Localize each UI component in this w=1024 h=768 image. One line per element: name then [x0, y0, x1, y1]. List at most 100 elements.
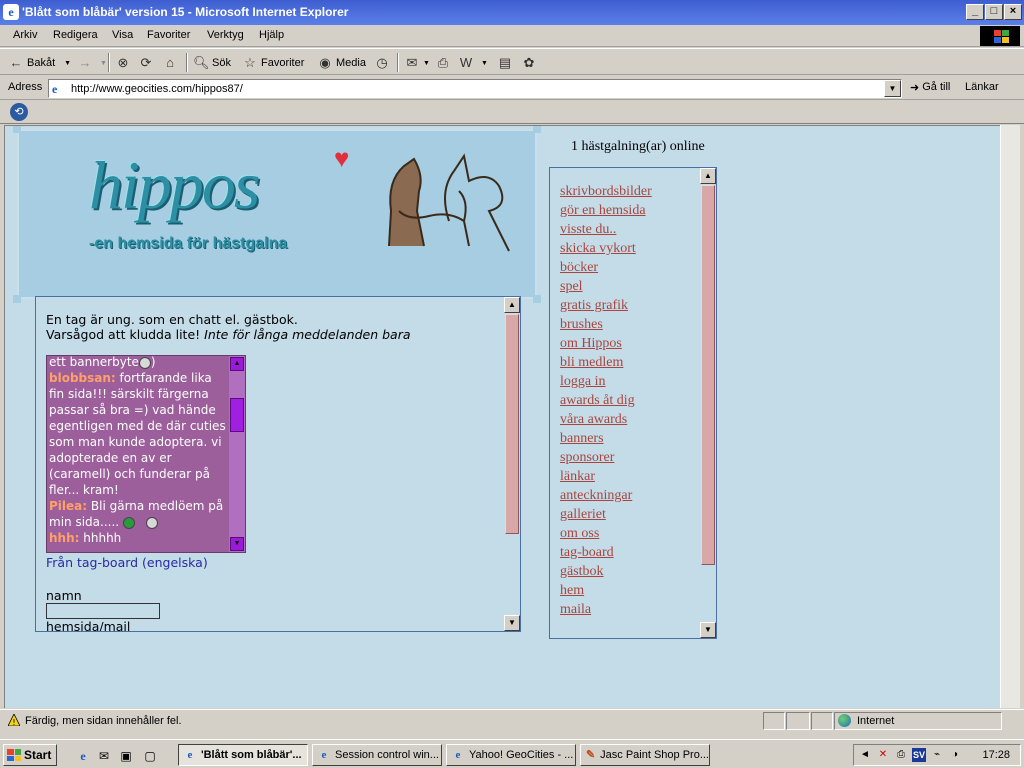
name-input[interactable]: [46, 603, 160, 619]
menu-redigera[interactable]: Redigera: [53, 29, 98, 41]
messenger-button[interactable]: ✿: [521, 53, 537, 73]
popup-blocker-icon[interactable]: [786, 712, 810, 730]
menu-favoriter[interactable]: Favoriter: [147, 29, 190, 41]
site-menu-link[interactable]: brushes: [560, 317, 603, 332]
tagboard-messages-box[interactable]: ett bannerbyte) blobbsan: fortfarande li…: [46, 355, 246, 553]
menu-scrollbar[interactable]: ▲ ▼: [700, 168, 716, 638]
tagboard-source-link[interactable]: Från tag-board (engelska): [46, 555, 208, 570]
site-menu-link[interactable]: om oss: [560, 526, 599, 541]
site-menu-link[interactable]: gästbok: [560, 564, 604, 579]
site-menu-link[interactable]: tag-board: [560, 545, 614, 560]
menu-hjalp[interactable]: Hjälp: [259, 29, 284, 41]
scroll-down-icon[interactable]: ▼: [504, 615, 520, 631]
taskbar-item-session-control[interactable]: e Session control win...: [312, 744, 442, 766]
scroll-up-icon[interactable]: ▲: [230, 357, 244, 371]
stop-button[interactable]: ⊗: [115, 53, 131, 73]
site-menu-link[interactable]: böcker: [560, 260, 598, 275]
discuss-button[interactable]: ▤: [497, 53, 513, 73]
site-menu-item: våra awards: [560, 410, 652, 429]
site-menu-item: logga in: [560, 372, 652, 391]
ie-quicklaunch-icon[interactable]: e: [75, 748, 91, 764]
history-button[interactable]: ◷: [374, 53, 390, 73]
paint-icon: ✎: [585, 749, 596, 761]
language-indicator[interactable]: SV: [912, 748, 926, 762]
volume-icon[interactable]: ◄: [858, 748, 872, 762]
media-button[interactable]: ◉ Media: [317, 53, 366, 73]
tray-app-icon[interactable]: ◑: [948, 748, 962, 762]
minimize-button[interactable]: _: [966, 4, 984, 20]
close-button[interactable]: ×: [1004, 4, 1022, 20]
site-menu-item: spel: [560, 277, 652, 296]
scroll-thumb[interactable]: [701, 185, 715, 565]
network-icon[interactable]: ✕: [876, 748, 890, 762]
outlook-quicklaunch-icon[interactable]: ✉: [96, 748, 112, 764]
warning-icon[interactable]: !: [8, 714, 20, 726]
site-menu-link[interactable]: hem: [560, 583, 584, 598]
site-menu-link[interactable]: spel: [560, 279, 583, 294]
scroll-thumb[interactable]: [505, 314, 519, 534]
search-button[interactable]: 🔍︎ Sök: [193, 53, 231, 73]
search-icon: 🔍︎: [193, 55, 210, 70]
dropdown-arrow-icon[interactable]: ▼: [100, 60, 107, 67]
favorites-star-icon: ☆: [244, 55, 256, 70]
windows-flag-icon: [7, 749, 21, 761]
taskbar-item-paint-shop-pro[interactable]: ✎ Jasc Paint Shop Pro...: [580, 744, 710, 766]
favorites-button[interactable]: ☆ Favoriter: [242, 53, 304, 73]
site-menu-link[interactable]: länkar: [560, 469, 595, 484]
print-button[interactable]: ⎙: [435, 53, 451, 73]
taskbar-item-ie-hippos[interactable]: e 'Blått som blåbär'...: [178, 744, 308, 766]
site-menu-link[interactable]: om Hippos: [560, 336, 622, 351]
taskbar-item-yahoo-geocities[interactable]: e Yahoo! GeoCities - ...: [446, 744, 576, 766]
address-input[interactable]: e http://www.geocities.com/hippos87/ ▼: [48, 79, 902, 98]
connection-tray-icon[interactable]: ⌁: [930, 748, 944, 762]
site-menu-link[interactable]: skrivbordsbilder: [560, 184, 652, 199]
dropdown-arrow-icon[interactable]: ▼: [64, 60, 71, 67]
site-menu-link[interactable]: visste du..: [560, 222, 616, 237]
menu-verktyg[interactable]: Verktyg: [207, 29, 244, 41]
scroll-up-icon[interactable]: ▲: [700, 168, 716, 184]
site-menu-item: banners: [560, 429, 652, 448]
frame-scrollbar[interactable]: ▲ ▼: [504, 297, 520, 631]
site-menu-link[interactable]: anteckningar: [560, 488, 632, 503]
site-menu-link[interactable]: galleriet: [560, 507, 606, 522]
explorer-quicklaunch-icon[interactable]: ▣: [118, 748, 134, 764]
scroll-down-icon[interactable]: ▼: [230, 537, 244, 551]
refresh-button[interactable]: ⟳: [138, 53, 154, 73]
edit-button[interactable]: W ▼: [458, 53, 488, 73]
printer-tray-icon[interactable]: ⎙: [894, 748, 908, 762]
maximize-button[interactable]: □: [985, 4, 1003, 20]
address-dropdown-button[interactable]: ▼: [884, 80, 901, 97]
back-button[interactable]: ← Bakåt ▼: [8, 53, 72, 73]
site-menu-link[interactable]: sponsorer: [560, 450, 614, 465]
forward-button[interactable]: → ▼: [77, 53, 107, 73]
menu-visa[interactable]: Visa: [112, 29, 133, 41]
home-button[interactable]: ⌂: [162, 53, 178, 73]
site-menu-item: brushes: [560, 315, 652, 334]
window-title-bar[interactable]: e 'Blått som blåbär' version 15 - Micros…: [0, 0, 1024, 25]
links-item-icon[interactable]: ⟲: [10, 103, 28, 121]
site-menu-link[interactable]: maila: [560, 602, 591, 617]
address-url[interactable]: http://www.geocities.com/hippos87/: [71, 83, 243, 95]
tagboard-scrollbar[interactable]: ▲ ▼: [229, 356, 245, 552]
start-button[interactable]: Start: [3, 744, 57, 766]
site-menu-link[interactable]: gratis grafik: [560, 298, 628, 313]
ie-icon: e: [321, 749, 327, 761]
site-menu-link[interactable]: banners: [560, 431, 604, 446]
site-menu-link[interactable]: gör en hemsida: [560, 203, 646, 218]
links-button[interactable]: Länkar: [965, 81, 999, 93]
scroll-up-icon[interactable]: ▲: [504, 297, 520, 313]
go-button[interactable]: ➜ Gå till: [910, 81, 950, 94]
menu-bar: Arkiv Redigera Visa Favoriter Verktyg Hj…: [0, 25, 1024, 47]
site-menu-link[interactable]: awards åt dig: [560, 393, 635, 408]
scroll-thumb[interactable]: [230, 398, 244, 432]
site-menu-link[interactable]: skicka vykort: [560, 241, 636, 256]
menu-arkiv[interactable]: Arkiv: [13, 29, 37, 41]
window-scrollbar[interactable]: [1000, 125, 1020, 708]
horses-illustration: [388, 153, 510, 252]
site-menu-link[interactable]: bli medlem: [560, 355, 623, 370]
scroll-down-icon[interactable]: ▼: [700, 622, 716, 638]
site-menu-link[interactable]: logga in: [560, 374, 606, 389]
desktop-quicklaunch-icon[interactable]: ▢: [142, 748, 158, 764]
site-menu-link[interactable]: våra awards: [560, 412, 627, 427]
mail-button[interactable]: ✉ ▼: [404, 53, 430, 73]
